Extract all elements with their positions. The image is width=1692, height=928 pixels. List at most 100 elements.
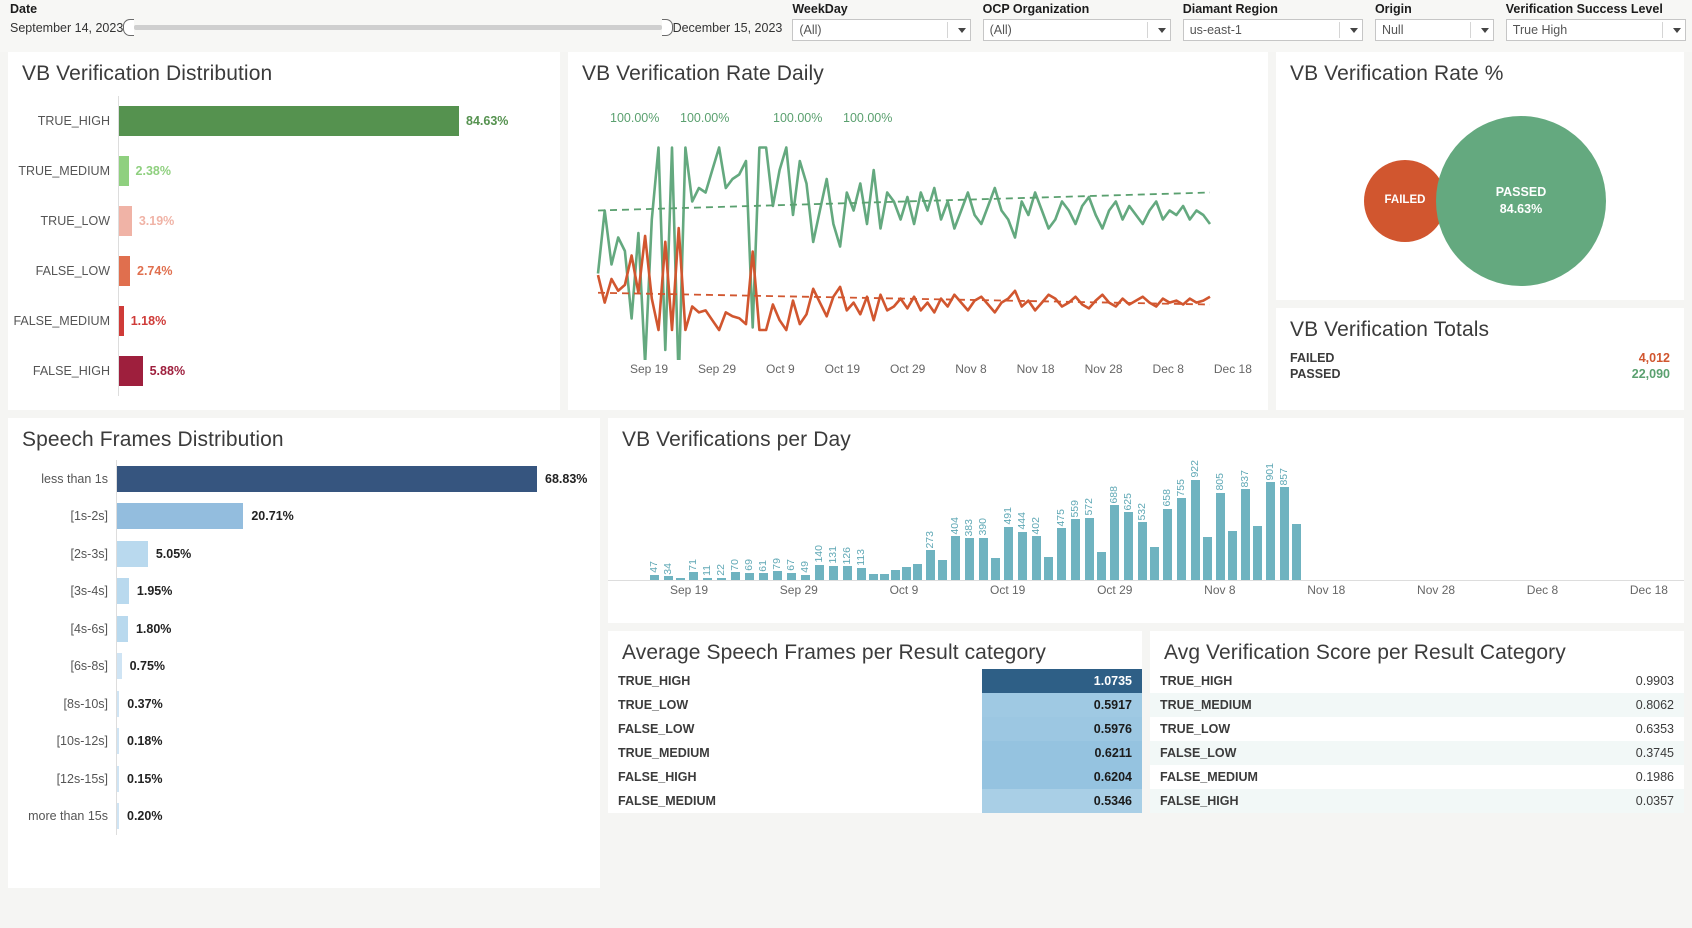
date-range-slider[interactable]: September 14, 2023 December 15, 2023 [10, 19, 782, 36]
speech-frames-bar-track: 0.20% [116, 797, 600, 835]
per-day-bar[interactable] [1003, 526, 1013, 580]
per-day-bar[interactable] [938, 560, 947, 580]
per-day-bar[interactable] [1017, 531, 1027, 580]
per-day-bar[interactable] [925, 550, 935, 580]
per-day-bar[interactable] [688, 572, 698, 580]
per-day-bar[interactable] [856, 567, 866, 580]
speech-frames-bar[interactable] [117, 540, 148, 567]
table-row[interactable]: TRUE_HIGH 1.0735 [608, 669, 1142, 693]
per-day-bar[interactable] [902, 567, 911, 580]
per-day-bar[interactable] [1279, 487, 1289, 580]
chevron-down-icon[interactable] [1157, 27, 1166, 33]
table-row[interactable]: TRUE_LOW 0.5917 [608, 693, 1142, 717]
table-row[interactable]: TRUE_MEDIUM 0.6211 [608, 741, 1142, 765]
per-day-bar[interactable] [744, 572, 754, 580]
chevron-down-icon[interactable] [1349, 27, 1358, 33]
per-day-bar[interactable] [1215, 492, 1225, 580]
per-day-bar[interactable] [772, 571, 782, 580]
per-day-bar[interactable] [842, 566, 852, 580]
weekday-dropdown[interactable]: (All) [792, 19, 971, 41]
per-day-bar[interactable] [758, 573, 768, 580]
failed-bubble[interactable]: FAILED [1364, 160, 1446, 242]
date-slider-track[interactable] [134, 25, 662, 30]
date-slider-handle-right[interactable] [661, 19, 673, 36]
per-day-bar[interactable] [1137, 522, 1147, 580]
diamant-region-dropdown[interactable]: us-east-1 [1182, 19, 1363, 41]
speech-frames-bar[interactable] [117, 615, 128, 642]
per-day-bar[interactable] [649, 574, 659, 580]
per-day-bar[interactable] [1265, 482, 1275, 580]
table-row[interactable]: TRUE_MEDIUM 0.8062 [1150, 693, 1684, 717]
per-day-bar[interactable] [1123, 512, 1133, 580]
verification-success-level-dropdown[interactable]: True High [1505, 19, 1686, 41]
distribution-bar[interactable] [119, 306, 124, 336]
distribution-bar[interactable] [119, 106, 459, 136]
speech-frames-bar[interactable] [117, 503, 244, 530]
origin-dropdown[interactable]: Null [1374, 19, 1494, 41]
distribution-bar[interactable] [119, 206, 132, 236]
distribution-bar[interactable] [119, 256, 130, 286]
per-day-bar[interactable] [964, 538, 974, 580]
per-day-bar[interactable] [1056, 528, 1066, 580]
per-day-bar[interactable] [1031, 536, 1041, 580]
table-row[interactable]: TRUE_HIGH 0.9903 [1150, 669, 1684, 693]
per-day-bar[interactable] [1203, 536, 1212, 580]
speech-frames-bar[interactable] [117, 690, 120, 717]
per-day-bar[interactable] [1253, 525, 1262, 580]
per-day-bar[interactable] [814, 564, 824, 580]
table-row[interactable]: FALSE_MEDIUM 0.5346 [608, 789, 1142, 813]
per-day-bar[interactable] [676, 578, 685, 580]
per-day-bar[interactable] [716, 577, 726, 580]
per-day-bar[interactable] [1109, 505, 1119, 580]
table-row[interactable]: TRUE_LOW 0.6353 [1150, 717, 1684, 741]
per-day-bar[interactable] [786, 572, 796, 580]
table-row[interactable]: FALSE_LOW 0.3745 [1150, 741, 1684, 765]
table-cell-category: TRUE_LOW [618, 698, 689, 712]
speech-frames-bar[interactable] [117, 803, 119, 830]
chevron-down-icon[interactable] [1480, 27, 1489, 33]
table-row[interactable]: FALSE_LOW 0.5976 [608, 717, 1142, 741]
per-day-bar[interactable] [800, 574, 810, 580]
ocp-organization-dropdown[interactable]: (All) [982, 19, 1171, 41]
passed-bubble[interactable]: PASSED 84.63% [1436, 116, 1606, 286]
table-row[interactable]: FALSE_HIGH 0.6204 [608, 765, 1142, 789]
per-day-bar[interactable] [1292, 523, 1301, 580]
chevron-down-icon[interactable] [957, 27, 966, 33]
per-day-bar[interactable] [950, 536, 960, 580]
speech-frames-bar[interactable] [117, 765, 119, 792]
speech-frames-bar[interactable] [117, 653, 122, 680]
speech-frames-bar[interactable] [117, 728, 119, 755]
speech-frames-bar[interactable] [117, 465, 537, 492]
per-day-bar[interactable] [828, 565, 838, 580]
per-day-bar[interactable] [1190, 480, 1200, 580]
per-day-bar[interactable] [1176, 498, 1186, 580]
vb-verification-rate-daily-chart: 100.00% 100.00% 100.00% 100.00% [568, 90, 1268, 383]
per-day-bar[interactable] [913, 563, 922, 580]
per-day-bar[interactable] [730, 572, 740, 580]
distribution-bar[interactable] [119, 156, 129, 186]
per-day-bar[interactable] [880, 574, 889, 580]
per-day-bar[interactable] [1070, 519, 1080, 580]
per-day-bar[interactable] [702, 578, 712, 580]
speech-frames-bar[interactable] [117, 578, 129, 605]
weekday-dropdown-value: (All) [799, 23, 822, 37]
per-day-bar[interactable] [1162, 508, 1172, 580]
table-row[interactable]: FALSE_MEDIUM 0.1986 [1150, 765, 1684, 789]
per-day-bar[interactable] [1228, 531, 1237, 580]
per-day-bar[interactable] [978, 537, 988, 580]
table-row[interactable]: FALSE_HIGH 0.0357 [1150, 789, 1684, 813]
per-day-bar[interactable] [663, 576, 673, 580]
chevron-down-icon[interactable] [1673, 27, 1681, 33]
per-day-bar[interactable] [1044, 557, 1053, 580]
vb-verification-rate-bubble-chart: FAILED PASSED 84.63% [1276, 90, 1684, 312]
per-day-bar[interactable] [891, 570, 900, 580]
per-day-bar[interactable] [869, 573, 878, 580]
per-day-bar[interactable] [1150, 547, 1159, 580]
per-day-bar[interactable] [1097, 551, 1106, 580]
per-day-bar[interactable] [1240, 489, 1250, 580]
speech-frames-category-label: [1s-2s] [70, 509, 108, 524]
per-day-bar[interactable] [1084, 517, 1094, 580]
per-day-bar[interactable] [991, 558, 1000, 580]
distribution-bar[interactable] [119, 356, 143, 386]
date-slider-handle-left[interactable] [123, 19, 135, 36]
